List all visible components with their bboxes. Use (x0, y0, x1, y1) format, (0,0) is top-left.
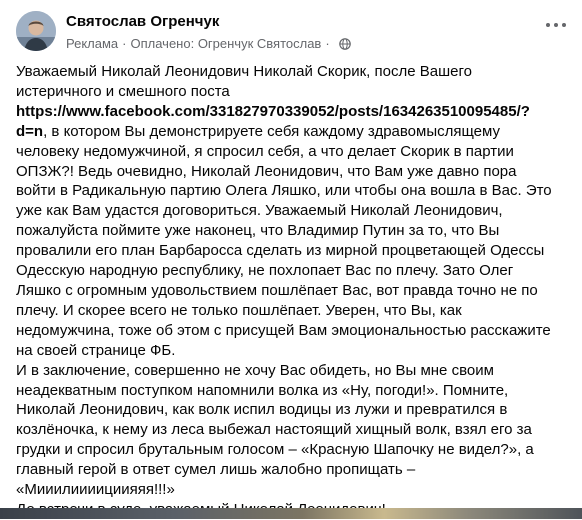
post-text-line: «Мииилиииициияяя!!!» (16, 481, 175, 499)
post-link-continued[interactable]: d=n (16, 123, 43, 140)
post-text-line: грудки и спросил брутальным голосом – «К… (16, 441, 534, 459)
post-text-line: Уважаемый Николай Леонидович Николай Ско… (16, 63, 472, 80)
post-text-line: ОПЗЖ?! Ведь очевидно, Николай Леонидович… (16, 162, 517, 180)
post-text-line: И в заключение, совершенно не хочу Вас о… (16, 361, 494, 379)
paid-by-label: Оплачено: Огренчук Святослав (130, 36, 322, 51)
post-header: Святослав Огренчук Реклама · Оплачено: О… (0, 0, 582, 62)
post-text-line: Николай Леонидович, как волк испил водиц… (16, 401, 508, 419)
post-text-line: уже как Вам удастся договориться. Уважае… (16, 202, 503, 220)
author-name[interactable]: Святослав Огренчук (66, 13, 219, 30)
globe-icon[interactable] (338, 37, 351, 50)
post-text-line: плечу. И скорее всего не только пошлёпае… (16, 301, 462, 319)
post-text-segment: , в котором Вы демонстрируете себя каждо… (43, 122, 500, 140)
post-text-line: недомужчина, тоже об этом с присущей Вам… (16, 321, 551, 339)
avatar-image (16, 11, 56, 51)
post-text-line: https://www.facebook.com/331827970339052… (16, 102, 568, 122)
meta-separator: · (122, 36, 127, 51)
post-media-preview[interactable] (0, 508, 582, 519)
author-avatar[interactable] (16, 11, 56, 51)
post-text-line: Ляшко с огромным удовольствием пошлёпает… (16, 281, 538, 299)
more-options-icon[interactable] (546, 21, 566, 29)
post-text-line: войти в Радикальную партию Олега Ляшко, … (16, 182, 552, 200)
post-text-line: неадекватным поступком напомнили волка и… (16, 381, 509, 399)
post-text-line: человеку недомужчиной, я спросил себя, а… (16, 142, 514, 160)
post-text-line: козлёночка, к нему из леса выбежал насто… (16, 421, 532, 439)
post-text-line: на своей странице ФБ. (16, 341, 176, 359)
post-text-line: главный герой в ответ сумел лишь жалобно… (16, 461, 416, 479)
post-text-line: Одесскую народную республику, не похлопа… (16, 262, 514, 280)
meta-separator-2: · (325, 36, 330, 51)
post-text-line: пожалуйста поймите уже наконец, что Влад… (16, 222, 500, 240)
post-text-line: провалили его план Барбаросса сделать из… (16, 242, 545, 260)
post-text-line: d=n, в котором Вы демонстрируете себя ка… (16, 122, 568, 142)
post-text-line: истеричного и смешного поста (16, 82, 230, 100)
post-link[interactable]: https://www.facebook.com/331827970339052… (16, 103, 530, 120)
post-text: Уважаемый Николай Леонидович Николай Ско… (16, 62, 568, 520)
post-meta: Реклама · Оплачено: Огренчук Святослав · (66, 36, 351, 51)
sponsored-label[interactable]: Реклама (66, 36, 118, 51)
